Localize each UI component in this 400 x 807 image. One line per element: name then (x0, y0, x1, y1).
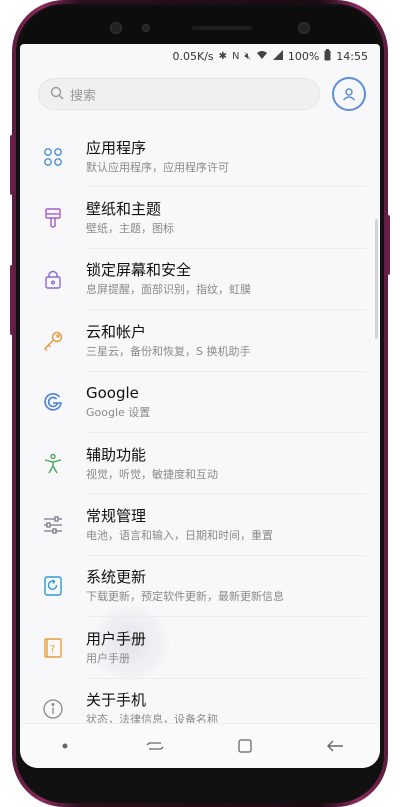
settings-item-cloud-accounts[interactable]: 云和帐户 三星云，备份和恢复，S 换机助手 (20, 310, 380, 372)
signal-icon (272, 49, 283, 63)
settings-item-accessibility[interactable]: 辅助功能 视觉，听觉，敏捷度和互动 (20, 433, 380, 495)
apps-icon (20, 147, 86, 167)
mute-icon: 🔇︎ (244, 50, 251, 62)
item-title: Google (86, 384, 139, 403)
item-title: 壁纸和主题 (86, 200, 162, 219)
battery-icon (324, 48, 331, 64)
scrollbar[interactable] (375, 219, 378, 339)
svg-text:?: ? (50, 644, 55, 655)
clock: 14:55 (336, 49, 368, 63)
wifi-icon (256, 50, 268, 63)
profile-button[interactable] (332, 77, 366, 111)
search-icon (50, 85, 64, 104)
item-subtitle: 电池，语言和输入，日期和时间，重置 (86, 529, 273, 543)
manual-icon: ? (20, 637, 86, 659)
search-input[interactable]: 搜索 (38, 78, 320, 110)
top-bezel (22, 6, 378, 46)
nfc-icon: N (232, 50, 240, 62)
bixby-button (10, 265, 14, 335)
settings-item-software-update[interactable]: 系统更新 下载更新，预定软件更新，最新更新信息 (20, 556, 380, 618)
battery-percent: 100% (287, 49, 320, 63)
item-subtitle: 下载更新，预定软件更新，最新更新信息 (86, 590, 284, 604)
search-row: 搜索 (20, 68, 380, 116)
update-icon (20, 575, 86, 597)
back-arrow-icon[interactable] (315, 731, 355, 761)
lock-icon (20, 268, 86, 290)
item-subtitle: Google 设置 (86, 406, 151, 420)
sensor-icon (142, 24, 150, 32)
settings-item-general-management[interactable]: 常规管理 电池，语言和输入，日期和时间，重置 (20, 494, 380, 557)
item-title: 辅助功能 (86, 445, 147, 464)
item-title: 锁定屏幕和安全 (86, 261, 192, 280)
item-subtitle: 默认应用程序，应用程序许可 (86, 160, 229, 174)
item-title: 常规管理 (86, 507, 147, 526)
settings-item-lockscreen[interactable]: 锁定屏幕和安全 息屏提醒，面部识别，指纹，虹膜 (20, 249, 380, 311)
recent-apps-icon[interactable] (135, 731, 175, 761)
earpiece-speaker (192, 26, 252, 30)
settings-list: 应用程序 默认应用程序，应用程序许可 壁纸和主题 壁纸，主题，图标 锁定屏幕和安… (20, 126, 380, 740)
front-camera-icon (110, 22, 122, 34)
phone-screen: 0.05K/s ✱ N 🔇︎ 100% 14:55 搜索 应用程序 默认应用程序… (20, 44, 380, 768)
navigation-bar (20, 723, 380, 768)
paintbrush-icon (20, 207, 86, 229)
iris-sensor-icon (298, 22, 310, 34)
google-icon (20, 391, 86, 413)
nav-dot-icon[interactable] (45, 731, 85, 761)
person-icon (342, 88, 356, 101)
search-placeholder: 搜索 (70, 88, 97, 104)
item-subtitle: 息屏提醒，面部识别，指纹，虹膜 (86, 283, 251, 297)
item-title: 系统更新 (86, 568, 147, 587)
item-title: 应用程序 (86, 138, 147, 157)
bluetooth-icon: ✱ (218, 50, 228, 62)
settings-item-apps[interactable]: 应用程序 默认应用程序，应用程序许可 (20, 126, 380, 188)
settings-item-user-manual[interactable]: ? 用户手册 用户手册 (20, 603, 380, 684)
item-title: 云和帐户 (86, 322, 147, 341)
item-subtitle: 三星云，备份和恢复，S 换机助手 (86, 344, 251, 358)
item-subtitle: 视觉，听觉，敏捷度和互动 (86, 467, 218, 481)
item-subtitle: 壁纸，主题，图标 (86, 222, 174, 236)
info-icon (20, 698, 86, 720)
settings-item-wallpaper[interactable]: 壁纸和主题 壁纸，主题，图标 (20, 187, 380, 250)
power-button (386, 215, 390, 275)
status-bar: 0.05K/s ✱ N 🔇︎ 100% 14:55 (20, 44, 380, 68)
item-title: 用户手册 (86, 629, 147, 648)
settings-item-google[interactable]: Google Google 设置 (20, 372, 380, 434)
home-button-icon[interactable] (225, 731, 265, 761)
volume-button (10, 135, 14, 195)
item-title: 关于手机 (86, 691, 147, 710)
item-subtitle: 用户手册 (86, 651, 130, 665)
accessibility-icon (20, 453, 86, 475)
key-icon (20, 330, 86, 352)
sliders-icon (20, 515, 86, 535)
network-speed: 0.05K/s (172, 49, 214, 63)
